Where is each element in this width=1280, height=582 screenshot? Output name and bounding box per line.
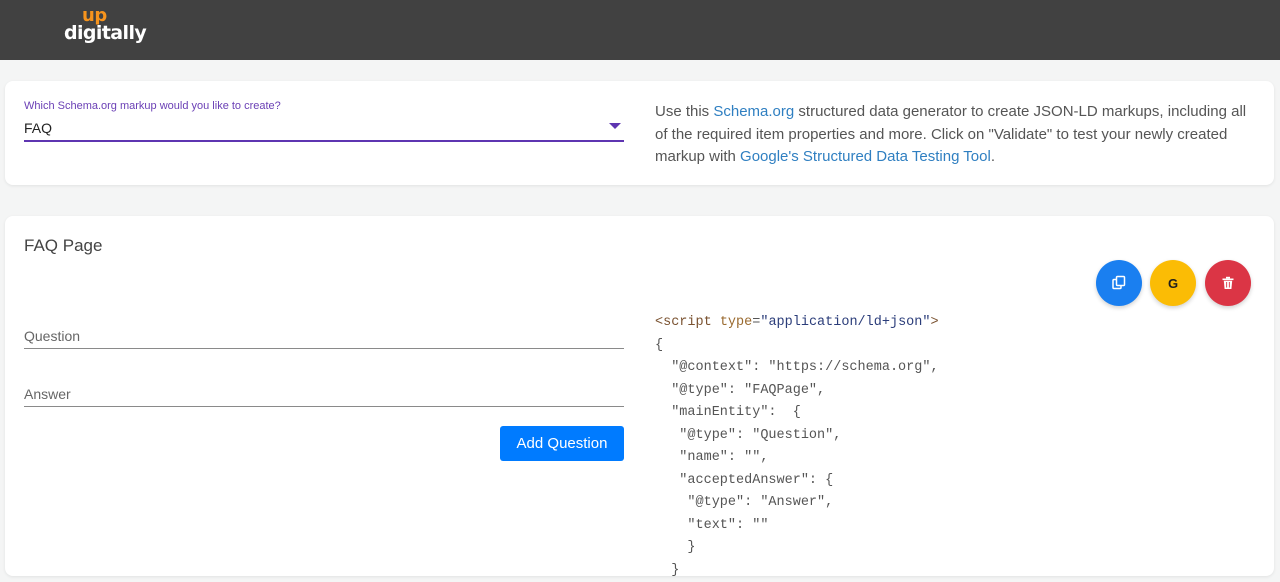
code-attr-name: type (720, 315, 752, 330)
testing-tool-link[interactable]: Google's Structured Data Testing Tool (740, 148, 991, 165)
code-line: "text": "" (655, 515, 939, 538)
google-icon: G (1168, 276, 1178, 291)
code-line: } (655, 537, 939, 560)
copy-button[interactable] (1096, 260, 1142, 306)
answer-input[interactable] (24, 381, 624, 407)
json-ld-code: <script type="application/ld+json">{ "@c… (655, 312, 939, 582)
schema-select-underline (24, 140, 624, 142)
schema-select-label: Which Schema.org markup would you like t… (24, 100, 281, 113)
code-line: "mainEntity": { (655, 402, 939, 425)
intro-part-3: . (991, 148, 995, 165)
code-line: "name": "", (655, 447, 939, 470)
code-line: "acceptedAnswer": { (655, 470, 939, 493)
intro-text: Use this Schema.org structured data gene… (655, 101, 1260, 169)
logo-main-text: digitally (64, 23, 146, 43)
code-line: "@type": "Answer", (655, 492, 939, 515)
code-line: { (655, 335, 939, 358)
code-tag-open: <script (655, 315, 712, 330)
faq-editor-card: FAQ Page Add Question G <script type="ap… (5, 216, 1274, 576)
validate-google-button[interactable]: G (1150, 260, 1196, 306)
intro-part-1: Use this (655, 103, 713, 120)
brand-logo[interactable]: up digitally (64, 9, 144, 49)
top-bar: up digitally (0, 0, 1280, 60)
schema-org-link[interactable]: Schema.org (713, 103, 794, 120)
delete-button[interactable] (1205, 260, 1251, 306)
add-question-button[interactable]: Add Question (500, 426, 624, 461)
code-line: "@context": "https://schema.org", (655, 357, 939, 380)
page-title: FAQ Page (24, 236, 102, 256)
caret-down-icon[interactable] (609, 123, 621, 129)
code-attr-value: "application/ld+json" (760, 315, 930, 330)
code-tag-close: > (930, 315, 938, 330)
code-line: "@type": "FAQPage", (655, 380, 939, 403)
schema-selector-card: Which Schema.org markup would you like t… (5, 81, 1274, 185)
code-line: } (655, 560, 939, 582)
copy-icon (1111, 275, 1127, 291)
schema-select[interactable]: FAQ (24, 120, 52, 136)
question-input[interactable] (24, 323, 624, 349)
code-line-script-tag: <script type="application/ld+json"> (655, 312, 939, 335)
trash-icon (1221, 276, 1235, 290)
code-line: "@type": "Question", (655, 425, 939, 448)
